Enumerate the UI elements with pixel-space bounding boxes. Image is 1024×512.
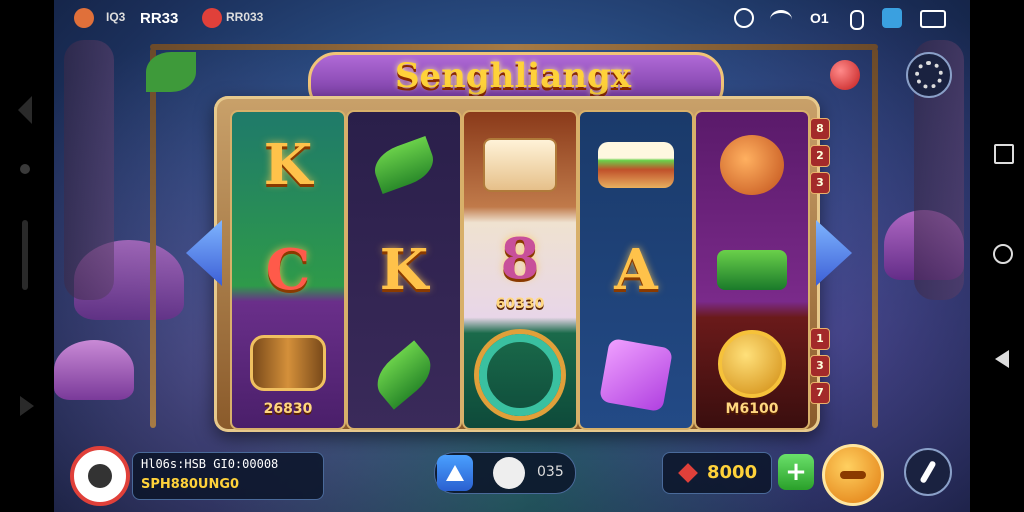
- symbol-cell: [348, 112, 460, 217]
- symbol-cell: [464, 322, 576, 427]
- status-text-3: RR033: [226, 10, 264, 24]
- sound-button[interactable]: [904, 448, 952, 496]
- status-text-2: RR33: [140, 10, 179, 27]
- payline-marker: 2: [810, 145, 830, 167]
- wifi-icon: [770, 10, 792, 29]
- game-title: Senghliangx: [394, 56, 632, 96]
- symbol-cell: 26830: [232, 322, 344, 427]
- coins-value: 8000: [707, 462, 758, 483]
- payline-marker: 8: [810, 118, 830, 140]
- android-nav-right: [970, 0, 1024, 512]
- leaf-symbol-icon: [368, 135, 440, 194]
- bet-toggle-button[interactable]: [493, 457, 525, 489]
- reels-area: K C 26830 K 8 60330 A M6100: [230, 110, 810, 430]
- android-hint-4: [20, 396, 34, 416]
- sandwich-icon: [598, 141, 674, 188]
- payline-marker: 7: [810, 382, 830, 404]
- battery-icon: [920, 10, 946, 28]
- symbol-letter: A: [614, 236, 658, 303]
- payline-markers-bottom: 1 3 7: [810, 328, 830, 409]
- mic-icon: [850, 10, 864, 30]
- coin-icon: [718, 329, 786, 398]
- payline-marker: 3: [810, 355, 830, 377]
- symbol-cell: 8 60330: [464, 217, 576, 322]
- spin-button[interactable]: [822, 444, 884, 506]
- gem-icon: [598, 337, 674, 412]
- symbol-caption: 60330: [495, 296, 545, 312]
- vine-left: [150, 48, 156, 428]
- leaf-pile-icon: [717, 249, 787, 290]
- spin-icon: [840, 471, 866, 479]
- barrel-icon: [250, 334, 326, 391]
- tree-left: [64, 40, 114, 300]
- bet-label: 035: [537, 464, 564, 480]
- symbol-letter: K: [379, 236, 429, 303]
- leaf-icon: [146, 52, 196, 92]
- app-icon-1: [74, 8, 94, 28]
- recents-icon[interactable]: [994, 144, 1014, 164]
- android-hint-2: [20, 164, 30, 174]
- fruit-character-icon: [720, 134, 784, 195]
- app-icon-2: [202, 8, 222, 28]
- search-icon: [734, 8, 754, 28]
- autoplay-button[interactable]: [437, 455, 473, 491]
- settings-button[interactable]: [906, 52, 952, 98]
- shield-icon: [882, 8, 902, 28]
- swirl-icon: [479, 333, 561, 416]
- player-info-panel: Hl06s:HSB GI0:00008 SPH880UNG0: [132, 452, 324, 500]
- android-nav-left: [0, 0, 54, 512]
- symbol-letter: 8: [500, 225, 540, 292]
- symbol-cell: [696, 217, 808, 322]
- home-nav-icon[interactable]: [993, 244, 1013, 264]
- status-text-4: O1: [810, 10, 829, 26]
- sound-icon: [919, 460, 937, 484]
- symbol-cell: [348, 322, 460, 427]
- reel-3: 8 60330: [462, 110, 578, 430]
- berry-icon: [830, 60, 860, 90]
- plus-icon: +: [785, 457, 807, 487]
- mountain-icon: [446, 465, 464, 481]
- symbol-cell: [464, 112, 576, 217]
- reel-5: M6100: [694, 110, 810, 430]
- symbol-cell: [580, 112, 692, 217]
- player-info-line-1: Hl06s:HSB GI0:00008: [141, 457, 279, 471]
- home-button[interactable]: [70, 446, 130, 506]
- symbol-cell: [580, 322, 692, 427]
- add-coins-button[interactable]: +: [778, 454, 814, 490]
- symbol-cell: C: [232, 217, 344, 322]
- symbol-cell: K: [232, 112, 344, 217]
- payline-marker: 3: [810, 172, 830, 194]
- symbol-letter: C: [265, 236, 311, 303]
- android-hint-1: [18, 96, 32, 124]
- reel-2: K: [346, 110, 462, 430]
- home-icon: [88, 464, 112, 488]
- reel-1: K C 26830: [230, 110, 346, 430]
- symbol-letter: K: [263, 131, 313, 198]
- reel-4: A: [578, 110, 694, 430]
- android-hint-3: [22, 220, 28, 290]
- diamond-icon: [678, 463, 698, 483]
- symbol-caption: 26830: [263, 401, 313, 417]
- mushroom-left: [54, 340, 134, 400]
- leaf-symbol-icon: [368, 339, 440, 410]
- payline-markers-top: 8 2 3: [810, 118, 830, 199]
- bet-panel: 035: [434, 452, 576, 494]
- status-bar: IQ3 RR33 RR033 O1: [54, 0, 970, 36]
- status-text-1: IQ3: [106, 10, 126, 24]
- gear-icon: [915, 61, 943, 89]
- coins-panel: 8000: [662, 452, 772, 494]
- cake-icon: [483, 137, 557, 192]
- symbol-caption: M6100: [725, 401, 779, 417]
- vine-top: [150, 44, 878, 50]
- symbol-cell: M6100: [696, 322, 808, 427]
- payline-marker: 1: [810, 328, 830, 350]
- player-info-line-2: SPH880UNG0: [141, 477, 240, 492]
- symbol-cell: A: [580, 217, 692, 322]
- symbol-cell: [696, 112, 808, 217]
- back-nav-icon[interactable]: [995, 350, 1009, 368]
- vine-right: [872, 48, 878, 428]
- symbol-cell: K: [348, 217, 460, 322]
